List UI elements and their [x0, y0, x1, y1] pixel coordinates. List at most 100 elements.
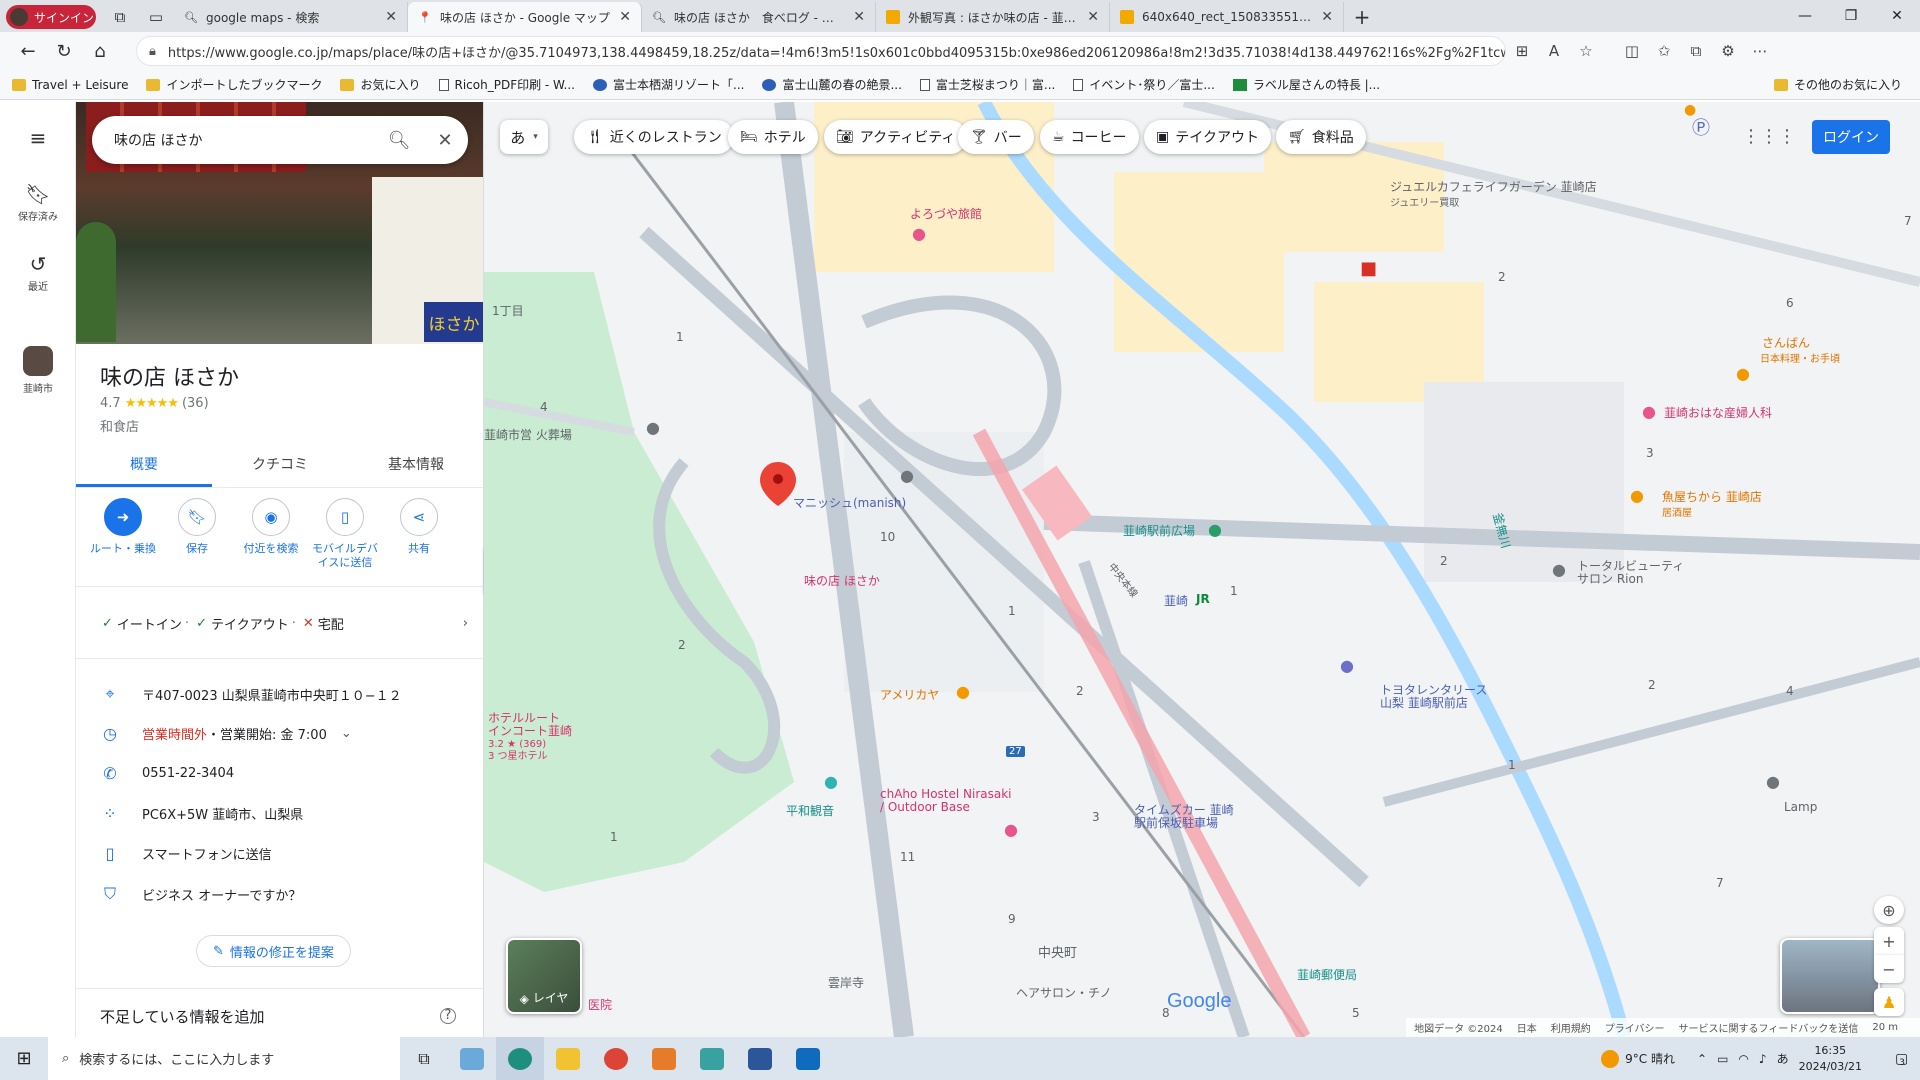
map-label-chaho[interactable]: chAho Hostel Nirasaki / Outdoor Base [880, 788, 1012, 814]
profile-button[interactable]: サインイン [6, 5, 96, 29]
share-button[interactable]: ⋖ 共有 [382, 498, 456, 576]
app-notepad-icon[interactable] [448, 1037, 496, 1080]
saved-button[interactable]: 🔖︎ 保存済み [0, 182, 76, 223]
bookmark-item[interactable]: 富士本栖湖リゾート「... [593, 76, 744, 93]
lodging-marker-icon[interactable]: ● [912, 224, 926, 243]
map-label-jewel[interactable]: ジュエルカフェライフガーデン 韮崎店 [1390, 178, 1597, 195]
task-view-icon[interactable]: ⧉ [400, 1037, 448, 1080]
collections-icon[interactable]: ⧉ [1680, 36, 1712, 66]
app-chrome-icon[interactable] [592, 1037, 640, 1080]
browser-tab-1[interactable]: 🔍︎ google maps - 検索 ✕ [174, 2, 408, 32]
login-button[interactable]: ログイン [1812, 120, 1890, 154]
app-word-icon[interactable] [736, 1037, 784, 1080]
app-icon[interactable] [640, 1037, 688, 1080]
help-icon[interactable]: ? [440, 1008, 456, 1024]
app-icon[interactable] [688, 1037, 736, 1080]
food-marker-icon[interactable]: ● [1630, 486, 1644, 505]
app-outlook-icon[interactable] [784, 1037, 832, 1080]
plaza-marker-icon[interactable]: ● [1208, 520, 1222, 539]
map-label-manish[interactable]: マニッシュ(manish) [793, 494, 906, 511]
chip-bars[interactable]: 🍸︎ バー [958, 120, 1034, 154]
bookmark-item[interactable]: ラベル屋さんの特長 |... [1232, 76, 1380, 93]
battery-icon[interactable]: ▭ [1717, 1052, 1728, 1066]
tab-overview[interactable]: 概要 [76, 442, 212, 487]
tab-about[interactable]: 基本情報 [348, 442, 483, 487]
chevron-up-icon[interactable]: ⌃ [1697, 1052, 1707, 1066]
browser-tab-4[interactable]: 外観写真 : ほさか味の店 - 韮崎/お ✕ [876, 2, 1110, 32]
reload-icon[interactable]: ↻ [46, 35, 82, 67]
map-label-lamp[interactable]: Lamp [1784, 800, 1817, 814]
clear-search-icon[interactable]: ✕ [422, 130, 468, 151]
street-view-preview[interactable] [1780, 938, 1880, 1014]
map-label-crematory[interactable]: 韮崎市営 火葬場 [484, 426, 572, 443]
bookmark-item[interactable]: お気に入り [340, 76, 421, 93]
back-icon[interactable]: ← [10, 35, 46, 67]
other-bookmarks[interactable]: その他のお気に入り [1773, 76, 1902, 93]
car-rental-marker-icon[interactable]: ● [1340, 656, 1354, 675]
close-tab-icon[interactable]: ✕ [1321, 9, 1333, 25]
recent-button[interactable]: ↺ 最近 [0, 252, 76, 293]
directions-button[interactable]: ➜ ルート・乗換 [86, 498, 160, 576]
favorite-star-icon[interactable]: ☆ [1570, 36, 1602, 66]
notifications-icon[interactable]: ▢ 3 [1880, 1037, 1920, 1080]
weather-text[interactable]: 9°C 晴れ [1625, 1050, 1675, 1067]
send-to-phone-button[interactable]: ▯ モバイルデバイスに送信 [308, 498, 382, 576]
owner-row[interactable]: ⛉ ビジネス オーナーですか？ [100, 884, 301, 904]
map-label-yorozuya[interactable]: よろづや旅館 [910, 205, 982, 222]
tab-actions-icon[interactable]: ▭ [138, 2, 174, 32]
search-icon[interactable]: 🔍︎ [376, 130, 422, 151]
network-icon[interactable]: ◠ [1738, 1052, 1748, 1066]
app-available-icon[interactable]: ⊞ [1506, 36, 1538, 66]
poi-marker-icon[interactable]: ● [646, 418, 660, 437]
map-label-ohana[interactable]: 韮崎おはな産婦人科 [1664, 404, 1772, 421]
search-input[interactable]: 味の店 ほさか [114, 130, 376, 150]
zoom-in-icon[interactable]: + [1874, 927, 1904, 955]
recent-place-nirasaki[interactable]: 韮崎市 [0, 346, 76, 395]
map-label-hotel-route[interactable]: ホテルルート インコート韮崎 [488, 712, 572, 738]
map-canvas[interactable]: 味の店 ほさか よろづや旅館 マニッシュ(manish) 韮崎駅前広場 韮崎 J… [484, 102, 1920, 1037]
map-label-uoya[interactable]: 魚屋ちから 韮崎店 [1662, 488, 1762, 505]
close-window-icon[interactable]: ✕ [1874, 0, 1920, 32]
volume-icon[interactable]: ♪ [1759, 1052, 1767, 1066]
map-label-plaza[interactable]: 韮崎駅前広場 [1123, 522, 1195, 539]
language-toggle[interactable]: あ ▾ [500, 120, 548, 154]
bookmark-item[interactable]: インポートしたブックマーク [146, 76, 322, 93]
map-label-pin[interactable]: 味の店 ほさか [804, 572, 880, 589]
poi-marker-icon[interactable]: ● [1552, 560, 1566, 579]
apps-grid-icon[interactable]: ⋮⋮⋮ [1742, 126, 1796, 147]
parking-marker-icon[interactable]: Ⓟ [1692, 114, 1710, 140]
url-field[interactable]: 🔒︎ https://www.google.co.jp/maps/place/味の… [136, 36, 1506, 66]
map-label-hospital[interactable]: 医院 [588, 996, 612, 1013]
map-label-heiwa[interactable]: 平和観音 [786, 802, 834, 819]
hours-row[interactable]: ◷ 営業時間外 ・営業開始: 金 7:00 ⌄ [100, 724, 352, 743]
lodging-marker-icon[interactable]: ● [1004, 820, 1018, 839]
more-menu-icon[interactable]: ⋯ [1744, 36, 1776, 66]
chip-activities[interactable]: 📷︎ アクティビティ [824, 120, 968, 154]
app-edge-icon[interactable] [496, 1037, 544, 1080]
map-label-hair[interactable]: ヘアサロン・チノ [1016, 984, 1112, 1001]
poi-marker-icon[interactable]: ● [900, 466, 914, 485]
menu-icon[interactable]: ≡ [0, 126, 76, 152]
service-options[interactable]: ✓ イートイン · ✓ テイクアウト · ✕ 宅配 › [98, 614, 468, 633]
pegman-icon[interactable]: ♟ [1874, 988, 1904, 1016]
pluscode-row[interactable]: ⁘ PC6X+5W 韮崎市、山梨県 [100, 804, 303, 823]
zoom-out-icon[interactable]: − [1874, 955, 1904, 983]
close-tab-icon[interactable]: ✕ [619, 9, 631, 25]
browser-tab-5[interactable]: 640x640_rect_150833551.jpg (64✕ [1110, 2, 1344, 32]
my-location-icon[interactable]: ⊕ [1874, 896, 1904, 924]
extensions-icon[interactable]: ⚙ [1712, 36, 1744, 66]
chip-groceries[interactable]: 🛒︎ 食料品 [1276, 120, 1366, 154]
phone-row[interactable]: ✆ 0551-22-3404 [100, 764, 234, 783]
bookmark-item[interactable]: Ricoh_PDF印刷 - W... [438, 76, 575, 93]
bookmark-item[interactable]: 富士芝桜まつり｜富... [919, 76, 1055, 93]
restore-icon[interactable]: ❐ [1828, 0, 1874, 32]
temple-marker-icon[interactable]: ● [824, 772, 838, 791]
suggest-edit-button[interactable]: ✎ 情報の修正を提案 [196, 935, 351, 967]
browser-tab-3[interactable]: 🔍︎ 味の店 ほさか 食べログ - 検索 ✕ [642, 2, 876, 32]
nearby-button[interactable]: ◉ 付近を検索 [234, 498, 308, 576]
food-marker-icon[interactable]: ● [1736, 364, 1750, 383]
map-label-times[interactable]: タイムズカー 韮崎 駅前保坂駐車場 [1134, 804, 1234, 830]
hospital-marker-icon[interactable]: ● [1642, 402, 1656, 421]
favorites-icon[interactable]: ✩ [1648, 36, 1680, 66]
bookmark-item[interactable]: イベント･祭り／富士... [1073, 76, 1215, 93]
